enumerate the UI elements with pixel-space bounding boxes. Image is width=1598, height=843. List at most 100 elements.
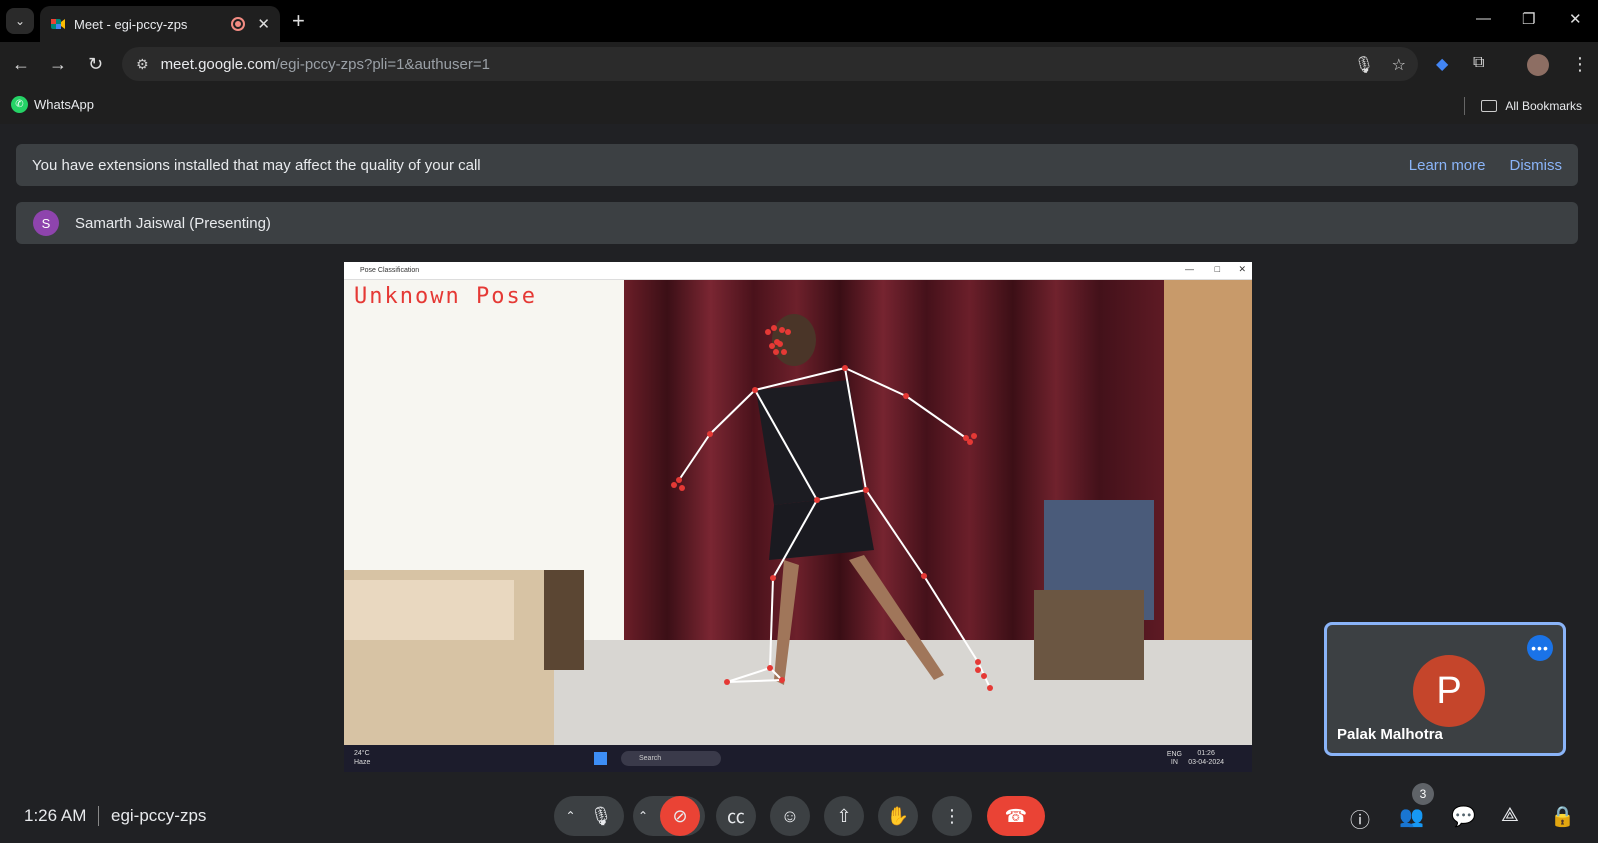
taskbar-language: ENG IN (1167, 751, 1182, 767)
extension-icon[interactable]: ◆ (1436, 54, 1448, 74)
skeleton-bone (923, 575, 979, 663)
skeleton-joint (987, 685, 993, 691)
site-info-icon[interactable]: ⚙ (136, 56, 149, 73)
pose-window-titlebar: Pose Classification (344, 262, 1252, 280)
taskbar-clock-date: 03-04-2024 (1188, 759, 1224, 766)
people-icon[interactable]: 👥 (1399, 804, 1424, 829)
skeleton-bone (772, 499, 818, 579)
presenter-name: Samarth Jaiswal (Presenting) (75, 214, 271, 232)
taskbar-weather: 24°C Haze (354, 749, 370, 767)
footer-divider (98, 806, 99, 826)
skeleton-joint (781, 349, 787, 355)
skeleton-bone (769, 577, 774, 669)
skeleton-joint (767, 665, 773, 671)
skeleton-joint (770, 575, 776, 581)
new-tab-button[interactable]: + (292, 8, 305, 34)
windows-start-icon (594, 752, 607, 765)
bookmarks-divider (1464, 97, 1466, 115)
skeleton-joint (724, 679, 730, 685)
tab-meet[interactable]: Meet - egi-pccy-zps ✕ (40, 6, 280, 42)
participant-name: Palak Malhotra (1337, 726, 1443, 743)
reload-button[interactable]: ↻ (88, 54, 103, 75)
skeleton-joint (777, 341, 783, 347)
skeleton-joint (785, 329, 791, 335)
pose-window-minimize-icon: — (1185, 264, 1194, 274)
video-options-chevron-icon[interactable]: ⌃ (638, 809, 648, 823)
meeting-info-icon[interactable]: ⓘ (1350, 804, 1370, 833)
close-window-button[interactable]: ✕ (1569, 10, 1582, 28)
restore-button[interactable]: ❐ (1522, 10, 1535, 28)
address-bar[interactable]: ⚙ meet.google.com/egi-pccy-zps?pli=1&aut… (122, 47, 1418, 81)
bookmark-whatsapp[interactable]: ✆ WhatsApp (11, 96, 94, 113)
browser-menu-icon[interactable]: ⋮ (1571, 54, 1589, 75)
profile-avatar[interactable] (1527, 54, 1549, 76)
bookmark-whatsapp-label: WhatsApp (34, 97, 94, 112)
pose-window-close-icon: ✕ (1238, 264, 1246, 274)
minimize-button[interactable]: — (1476, 10, 1491, 27)
camera-off-icon[interactable]: ⊘ (660, 796, 701, 836)
taskbar-weather-text: Haze (354, 759, 371, 766)
skeleton-joint (752, 387, 758, 393)
people-count-badge: 3 (1412, 783, 1434, 805)
skeleton-joint (679, 485, 685, 491)
pose-window-title: Pose Classification (360, 267, 420, 274)
skeleton-joint (779, 327, 785, 333)
skeleton-joint (975, 667, 981, 673)
skeleton-bone (905, 395, 967, 439)
captions-icon: ㏄ (727, 807, 745, 827)
all-bookmarks-button[interactable]: All Bookmarks (1464, 97, 1582, 115)
microphone-toggle-icon[interactable]: 🎙 (590, 806, 613, 827)
chat-icon[interactable]: 💬 (1451, 804, 1476, 829)
present-screen-button[interactable]: ⇧ (824, 796, 864, 836)
end-call-icon: ☎ (1004, 805, 1028, 826)
hand-icon: ✋ (886, 805, 910, 826)
more-options-button[interactable]: ⋮ (932, 796, 972, 836)
back-button[interactable]: ← (12, 54, 30, 75)
skeleton-bone (844, 367, 867, 491)
activities-icon[interactable]: ⟁ (1501, 804, 1519, 827)
tab-close-icon[interactable]: ✕ (257, 15, 270, 33)
learn-more-link[interactable]: Learn more (1409, 157, 1486, 174)
tab-search-button[interactable]: ⌄ (6, 8, 34, 34)
present-icon: ⇧ (836, 805, 852, 826)
taskbar-temp: 24°C (354, 750, 370, 757)
participant-tile[interactable]: P Palak Malhotra ••• (1324, 622, 1566, 756)
microphone-icon[interactable]: 🎙 (1354, 55, 1374, 75)
presenter-avatar: S (33, 210, 59, 236)
skeleton-joint (971, 433, 977, 439)
meeting-time: 1:26 AM (24, 806, 87, 825)
skeleton-bone (754, 389, 818, 501)
audio-options-chevron-icon[interactable]: ⌃ (566, 809, 576, 823)
participant-avatar: P (1413, 655, 1485, 727)
host-controls-icon[interactable]: 🔒 (1550, 804, 1575, 829)
forward-button[interactable]: → (49, 54, 67, 75)
skeleton-joint (863, 487, 869, 493)
skeleton-joint (921, 573, 927, 579)
microphone-control: ⌃ 🎙 (554, 796, 624, 836)
taskbar-search: Search (621, 751, 721, 766)
end-call-button[interactable]: ☎ (987, 796, 1045, 836)
captions-button[interactable]: ㏄ (716, 796, 756, 836)
skeleton-bone (865, 489, 925, 577)
participant-more-options-button[interactable]: ••• (1527, 635, 1553, 661)
meeting-code: egi-pccy-zps (111, 806, 207, 825)
skeleton-joint (771, 325, 777, 331)
raise-hand-button[interactable]: ✋ (878, 796, 918, 836)
tab-title: Meet - egi-pccy-zps (74, 16, 188, 32)
browser-tabstrip: ⌄ Meet - egi-pccy-zps ✕ + — ❐ ✕ (0, 0, 1598, 42)
extensions-puzzle-icon[interactable]: ⧉ (1473, 54, 1484, 72)
skeleton-joint (975, 659, 981, 665)
skeleton-joint (676, 477, 682, 483)
dismiss-button[interactable]: Dismiss (1510, 157, 1563, 174)
folder-icon (1481, 100, 1498, 112)
browser-toolbar: ← → ↻ ⚙ meet.google.com/egi-pccy-zps?pli… (0, 42, 1598, 88)
skeleton-bone (678, 433, 711, 481)
bookmark-star-icon[interactable]: ☆ (1392, 55, 1406, 75)
shared-windows-taskbar: 24°C Haze Search ENG IN 01:26 03-04-2024 (344, 745, 1252, 772)
reactions-button[interactable]: ☺ (770, 796, 810, 836)
pose-window-maximize-icon: □ (1214, 264, 1220, 274)
pose-skeleton-overlay (671, 325, 993, 691)
shared-screen: Pose Classification — □ ✕ Unknown Pose 2… (344, 262, 1252, 772)
skeleton-joint (769, 343, 775, 349)
emoji-icon: ☺ (780, 805, 800, 826)
